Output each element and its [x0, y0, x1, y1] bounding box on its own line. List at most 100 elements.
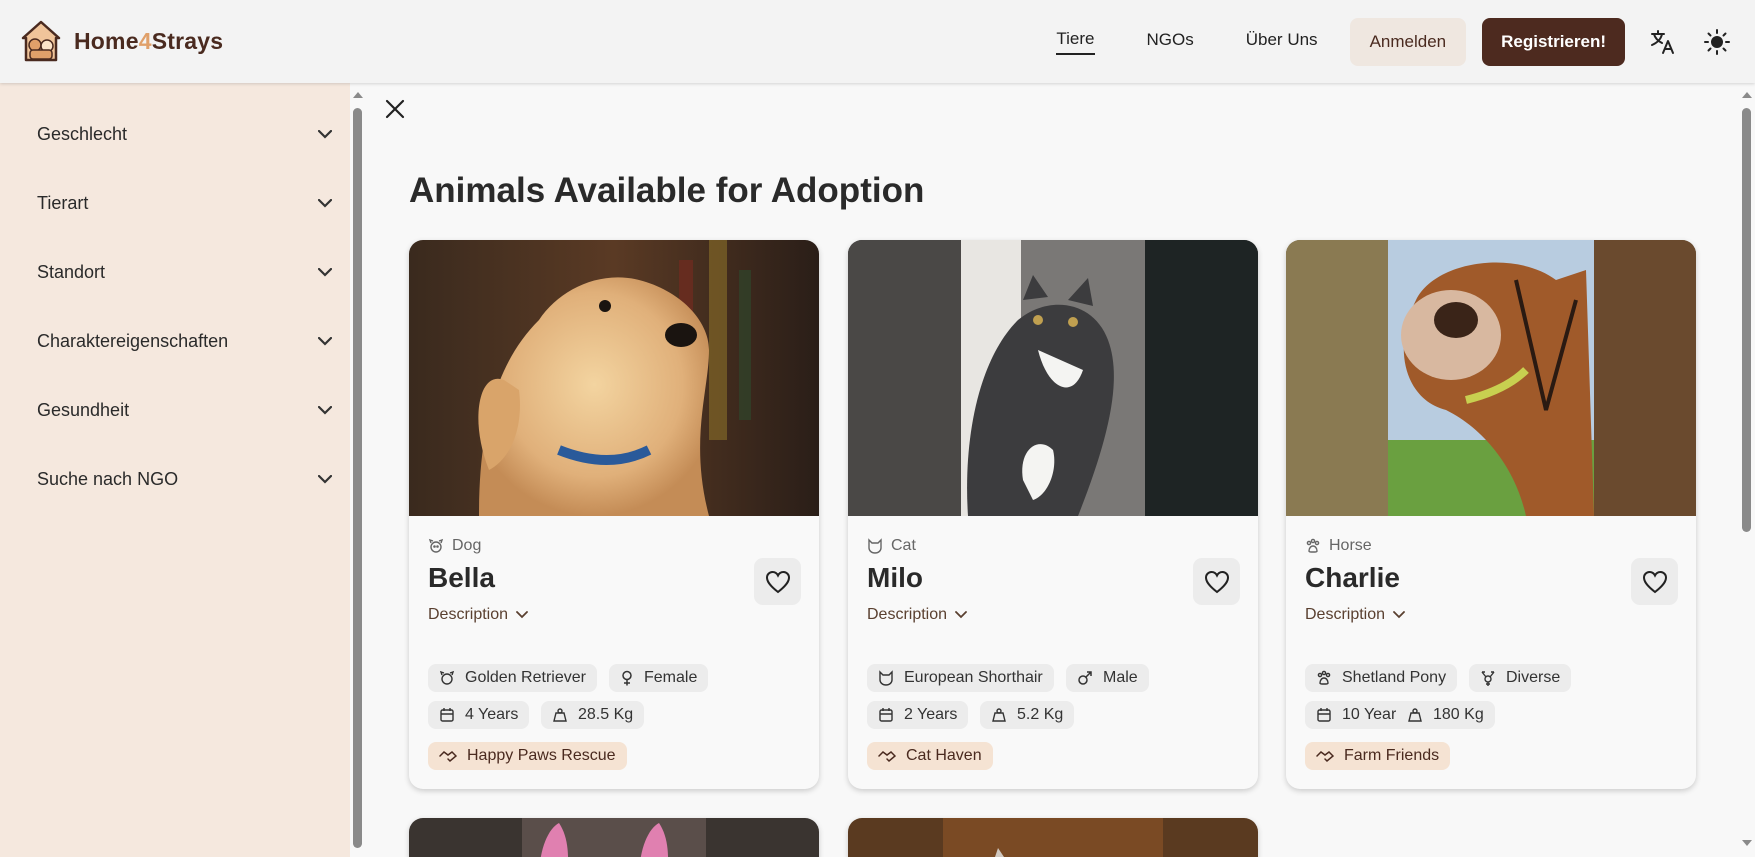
ngo-chip[interactable]: Farm Friends — [1305, 742, 1451, 770]
house-pets-logo-icon — [21, 20, 61, 62]
cat-icon — [868, 538, 882, 554]
description-toggle[interactable]: Description — [428, 606, 528, 624]
breed-label: Shetland Pony — [1342, 669, 1447, 686]
animal-card-charlie[interactable]: Horse Charlie Description Shetland Pony … — [1286, 240, 1696, 789]
filter-ngo-search[interactable]: Suche nach NGO — [37, 469, 332, 490]
description-toggle[interactable]: Description — [1305, 606, 1405, 624]
animal-photo — [848, 240, 1258, 516]
chevron-down-icon — [318, 337, 332, 346]
weight-label: 28.5 Kg — [578, 706, 634, 723]
heart-icon — [1642, 570, 1667, 593]
breed-chip: European Shorthair — [867, 664, 1054, 692]
animal-type: Dog — [428, 537, 481, 555]
ngo-label: Cat Haven — [906, 747, 982, 764]
chevron-down-icon — [955, 611, 967, 619]
animal-card-partial[interactable] — [848, 818, 1258, 857]
filter-label: Gesundheit — [37, 400, 130, 420]
calendar-icon — [1317, 708, 1331, 722]
breed-label: Golden Retriever — [465, 669, 586, 686]
chevron-down-icon — [318, 268, 332, 277]
filter-gesundheit[interactable]: Gesundheit — [37, 400, 332, 421]
translate-icon[interactable] — [1647, 26, 1679, 58]
filter-label: Geschlecht — [37, 124, 128, 144]
weight-chip: 5.2 Kg — [980, 701, 1075, 729]
diverse-gender-icon — [1481, 671, 1495, 686]
age-chip: 4 Years — [428, 701, 530, 729]
breed-chip: Shetland Pony — [1305, 664, 1458, 692]
main-scroll-up-arrow[interactable] — [1742, 92, 1752, 98]
weight-chip: 28.5 Kg — [541, 701, 645, 729]
female-icon — [622, 670, 632, 686]
main-nav: Tiere NGOs Über Uns Anmelden Registriere… — [1030, 0, 1755, 83]
filter-tierart[interactable]: Tierart — [37, 193, 332, 214]
chevron-down-icon — [318, 199, 332, 208]
paw-icon — [1306, 538, 1320, 553]
sun-theme-icon[interactable] — [1701, 26, 1733, 58]
filter-charaktereigenschaften[interactable]: Charaktereigenschaften — [37, 331, 332, 352]
age-label: 2 Years — [904, 706, 958, 723]
favorite-button[interactable] — [1631, 558, 1678, 605]
animal-type: Cat — [867, 537, 916, 555]
breed-chip: Golden Retriever — [428, 664, 597, 692]
animal-type-label: Dog — [452, 537, 482, 554]
animal-card-bella[interactable]: Dog Bella Description Golden Retriever F… — [409, 240, 819, 789]
nav-tiere[interactable]: Tiere — [1056, 29, 1095, 55]
filter-label: Suche nach NGO — [37, 469, 179, 489]
animal-photo — [848, 818, 1258, 857]
animal-name: Bella — [428, 562, 495, 593]
filter-label: Standort — [37, 262, 106, 282]
login-button[interactable]: Anmelden — [1349, 17, 1467, 66]
chevron-down-icon — [1393, 611, 1405, 619]
top-header: Home4Strays Tiere NGOs Über Uns Anmelden… — [0, 0, 1755, 83]
chevron-down-icon — [516, 611, 528, 619]
nav-ngos[interactable]: NGOs — [1147, 30, 1194, 54]
age-label: 10 Years — [1342, 706, 1405, 723]
register-button[interactable]: Registrieren! — [1482, 17, 1625, 66]
chevron-down-icon — [318, 406, 332, 415]
chevron-down-icon — [318, 475, 332, 484]
animal-type: Horse — [1305, 537, 1372, 555]
logo-text: Home4Strays — [74, 27, 224, 54]
filter-label: Tierart — [37, 193, 89, 213]
ngo-chip[interactable]: Happy Paws Rescue — [428, 742, 627, 770]
cat-icon — [879, 670, 893, 686]
ngo-chip[interactable]: Cat Haven — [867, 742, 993, 770]
filter-standort[interactable]: Standort — [37, 262, 332, 283]
animal-photo — [409, 818, 819, 857]
heart-icon — [765, 570, 790, 593]
favorite-button[interactable] — [754, 558, 801, 605]
age-chip: 2 Years — [867, 701, 969, 729]
gender-label: Female — [644, 669, 698, 686]
sidebar-scroll-up-arrow[interactable] — [353, 92, 363, 98]
animal-card-partial[interactable] — [409, 818, 819, 857]
weight-icon — [992, 708, 1006, 722]
description-toggle[interactable]: Description — [867, 606, 967, 624]
nav-ueber-uns[interactable]: Über Uns — [1246, 30, 1318, 54]
gender-label: Male — [1103, 669, 1138, 686]
male-icon — [1078, 671, 1092, 685]
animal-name: Charlie — [1305, 562, 1400, 593]
site-logo[interactable]: Home4Strays — [20, 19, 223, 63]
gender-chip: Diverse — [1469, 664, 1572, 692]
dog-icon — [428, 538, 444, 553]
close-icon[interactable] — [384, 98, 406, 120]
favorite-button[interactable] — [1193, 558, 1240, 605]
weight-icon — [553, 708, 567, 722]
main-scroll-down-arrow[interactable] — [1742, 840, 1752, 846]
sidebar-scrollbar[interactable] — [353, 108, 362, 848]
breed-label: European Shorthair — [904, 669, 1043, 686]
weight-label: 180 Kg — [1433, 706, 1484, 723]
main-scrollbar[interactable] — [1742, 108, 1751, 532]
paw-icon — [1317, 670, 1331, 685]
chevron-down-icon — [318, 130, 332, 139]
filter-geschlecht[interactable]: Geschlecht — [37, 124, 332, 145]
filter-label: Charaktereigenschaften — [37, 331, 229, 351]
animal-type-label: Cat — [891, 537, 916, 554]
animal-photo — [409, 240, 819, 516]
description-label: Description — [1305, 606, 1386, 623]
weight-icon — [1408, 708, 1422, 722]
gender-chip: Female — [609, 664, 709, 692]
page-title: Animals Available for Adoption — [409, 171, 925, 210]
animal-card-milo[interactable]: Cat Milo Description European Shorthair … — [848, 240, 1258, 789]
description-label: Description — [867, 606, 948, 623]
